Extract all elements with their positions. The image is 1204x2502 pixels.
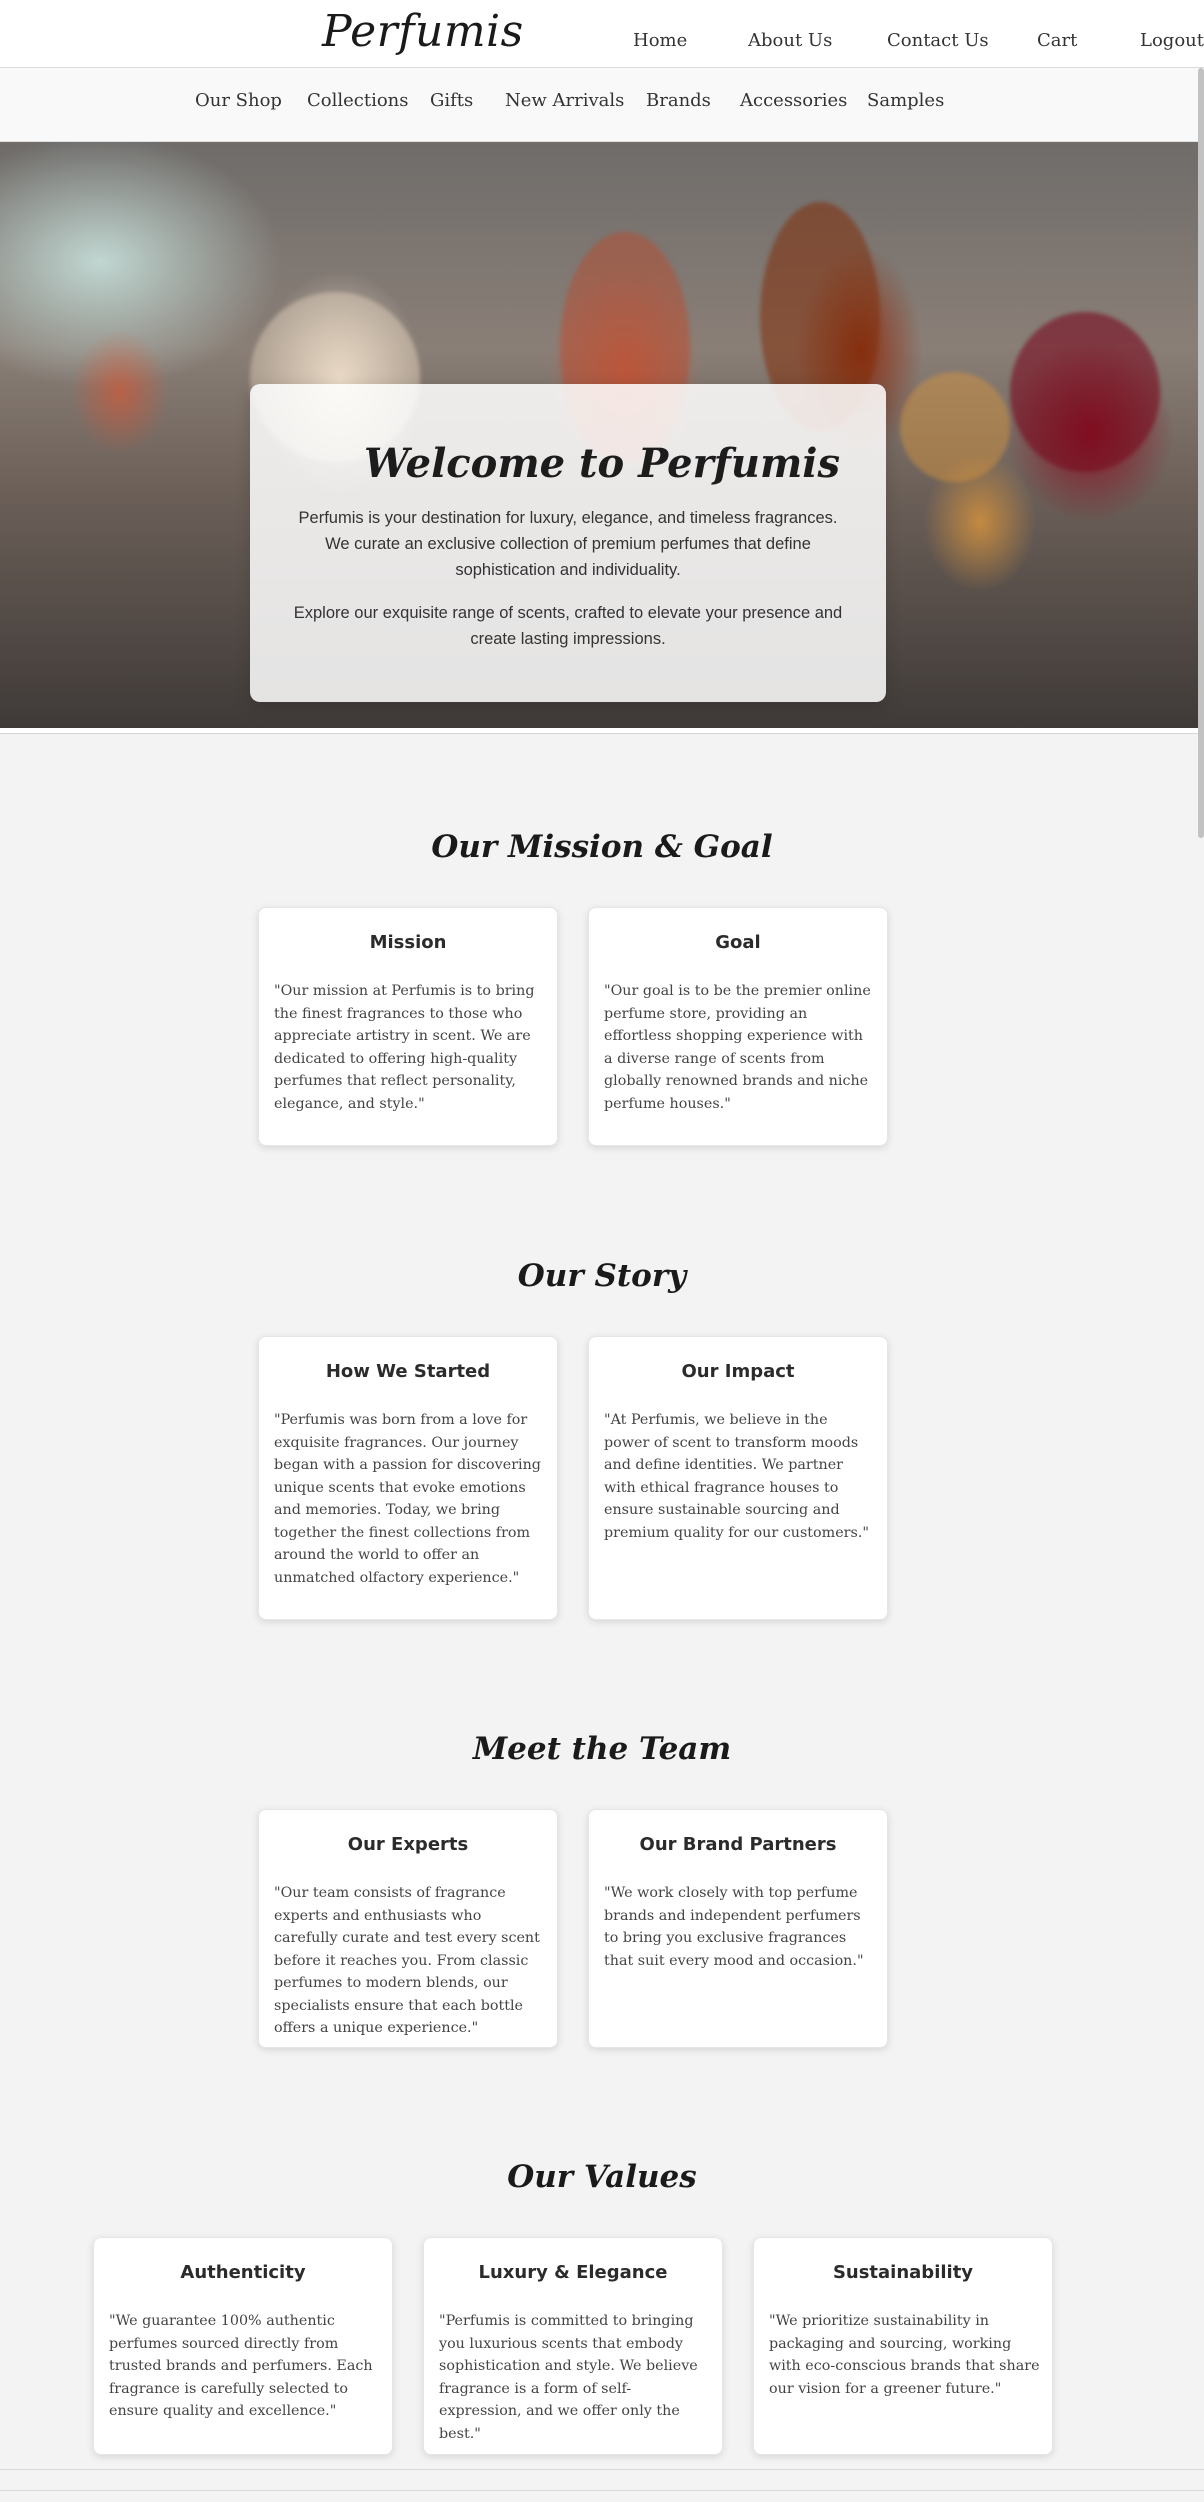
top-header: Perfumis Home About Us Contact Us Cart L… bbox=[0, 0, 1204, 68]
subnav-new-arrivals[interactable]: New Arrivals bbox=[505, 90, 624, 111]
card-text: "We work closely with top perfume brands… bbox=[604, 1885, 864, 1969]
card-text: "At Perfumis, we believe in the power of… bbox=[604, 1412, 869, 1541]
card-our-experts: Our Experts "Our team consists of fragra… bbox=[258, 1809, 558, 2048]
hero-title: Welcome to Perfumis bbox=[364, 440, 840, 487]
subnav-our-shop[interactable]: Our Shop bbox=[195, 90, 282, 111]
card-text: "Our team consists of fragrance experts … bbox=[274, 1885, 540, 2036]
card-text: "Our goal is to be the premier online pe… bbox=[604, 983, 871, 1112]
card-how-we-started: How We Started "Perfumis was born from a… bbox=[258, 1336, 558, 1620]
card-text: "Our mission at Perfumis is to bring the… bbox=[274, 983, 535, 1112]
subnav-gifts[interactable]: Gifts bbox=[430, 90, 473, 111]
hero-intro-text: Perfumis is your destination for luxury,… bbox=[298, 509, 838, 579]
section-title-values: Our Values bbox=[507, 2159, 697, 2195]
subnav-collections[interactable]: Collections bbox=[307, 90, 409, 111]
page-scrollbar[interactable] bbox=[1198, 68, 1204, 838]
nav-contact-link[interactable]: Contact Us bbox=[887, 30, 989, 51]
nav-about-link[interactable]: About Us bbox=[748, 30, 832, 51]
card-heading: Our Experts bbox=[347, 1834, 469, 1855]
footer-divider bbox=[0, 2490, 1204, 2491]
card-luxury-elegance: Luxury & Elegance "Perfumis is committed… bbox=[423, 2237, 723, 2455]
card-heading: Our Impact bbox=[681, 1361, 795, 1382]
brand-logo[interactable]: Perfumis bbox=[322, 6, 524, 57]
category-nav: Our Shop Collections Gifts New Arrivals … bbox=[0, 68, 1204, 142]
card-heading: Goal bbox=[715, 932, 761, 953]
nav-cart-link[interactable]: Cart bbox=[1037, 30, 1077, 51]
card-heading: How We Started bbox=[325, 1361, 491, 1382]
section-title-team: Meet the Team bbox=[472, 1731, 732, 1767]
card-heading: Our Brand Partners bbox=[639, 1834, 837, 1855]
card-heading: Authenticity bbox=[180, 2262, 306, 2283]
card-sustainability: Sustainability "We prioritize sustainabi… bbox=[753, 2237, 1053, 2455]
subnav-accessories[interactable]: Accessories bbox=[740, 90, 847, 111]
card-text: "Perfumis was born from a love for exqui… bbox=[274, 1412, 541, 1586]
card-brand-partners: Our Brand Partners "We work closely with… bbox=[588, 1809, 888, 2048]
section-title-mission: Our Mission & Goal bbox=[431, 829, 773, 865]
hero-divider bbox=[0, 728, 1204, 734]
card-text: "We guarantee 100% authentic perfumes so… bbox=[109, 2313, 373, 2419]
card-text: "We prioritize sustainability in packagi… bbox=[769, 2313, 1040, 2397]
card-authenticity: Authenticity "We guarantee 100% authenti… bbox=[93, 2237, 393, 2455]
card-heading: Luxury & Elegance bbox=[478, 2262, 668, 2283]
nav-logout-link[interactable]: Logout bbox=[1140, 30, 1204, 51]
card-text: "Perfumis is committed to bringing you l… bbox=[439, 2313, 698, 2442]
card-goal: Goal "Our goal is to be the premier onli… bbox=[588, 907, 888, 1146]
subnav-brands[interactable]: Brands bbox=[646, 90, 711, 111]
card-our-impact: Our Impact "At Perfumis, we believe in t… bbox=[588, 1336, 888, 1620]
card-mission: Mission "Our mission at Perfumis is to b… bbox=[258, 907, 558, 1146]
nav-home-link[interactable]: Home bbox=[633, 30, 687, 51]
section-title-story: Our Story bbox=[517, 1258, 687, 1294]
card-heading: Mission bbox=[369, 932, 447, 953]
footer-divider bbox=[0, 2469, 1204, 2470]
card-heading: Sustainability bbox=[832, 2262, 974, 2283]
subnav-samples[interactable]: Samples bbox=[867, 90, 944, 111]
hero-explore-text: Explore our exquisite range of scents, c… bbox=[293, 604, 843, 648]
